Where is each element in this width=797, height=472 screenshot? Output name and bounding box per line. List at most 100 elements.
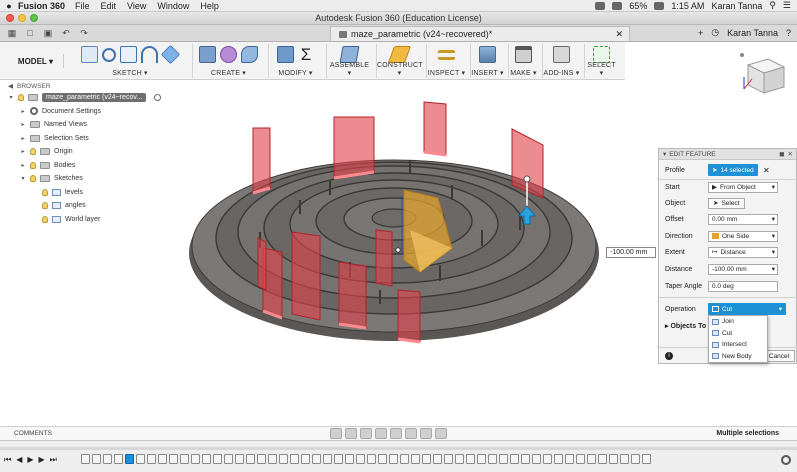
browser-item-document-settings[interactable]: ▸ Document Settings bbox=[4, 105, 164, 119]
step-back-icon[interactable]: ◀ bbox=[16, 455, 22, 465]
timeline-step[interactable] bbox=[631, 454, 640, 464]
timeline-step[interactable] bbox=[136, 454, 145, 464]
operation-dropdown[interactable]: Cut ▾ bbox=[708, 303, 786, 315]
timeline-step[interactable] bbox=[180, 454, 189, 464]
timeline-step[interactable] bbox=[532, 454, 541, 464]
viewports-icon[interactable] bbox=[435, 428, 447, 439]
orbit-icon[interactable] bbox=[330, 428, 342, 439]
timeline-step[interactable] bbox=[378, 454, 387, 464]
browser-root[interactable]: ▾ maze_parametric (v24~recov... bbox=[4, 91, 164, 105]
browser-item-bodies[interactable]: ▸ Bodies bbox=[4, 159, 164, 173]
help-icon[interactable]: ? bbox=[786, 28, 791, 38]
visibility-bulb-icon[interactable] bbox=[42, 202, 48, 210]
timeline-step[interactable] bbox=[510, 454, 519, 464]
distance-dimension-input[interactable]: -100.00 mm bbox=[606, 247, 656, 258]
measure-icon[interactable] bbox=[438, 50, 455, 60]
redo-icon[interactable]: ↷ bbox=[78, 28, 90, 38]
expand-arrow-icon[interactable]: ▸ bbox=[20, 162, 26, 169]
browser-item-origin[interactable]: ▸ Origin bbox=[4, 145, 164, 159]
3d-print-icon[interactable] bbox=[515, 46, 532, 63]
timeline-step[interactable] bbox=[345, 454, 354, 464]
folder-icon[interactable]: □ bbox=[24, 28, 36, 38]
timeline-track[interactable] bbox=[0, 447, 797, 450]
timeline-step[interactable] bbox=[257, 454, 266, 464]
operation-option-join[interactable]: Join bbox=[709, 316, 767, 328]
timeline-step[interactable] bbox=[620, 454, 629, 464]
timeline-step[interactable] bbox=[411, 454, 420, 464]
stop-sketch-icon[interactable] bbox=[160, 44, 181, 65]
timeline-step[interactable] bbox=[323, 454, 332, 464]
timeline-step[interactable] bbox=[224, 454, 233, 464]
workspace-mode-dropdown[interactable]: MODEL ▾ bbox=[14, 54, 64, 68]
visibility-bulb-icon[interactable] bbox=[18, 94, 24, 102]
timeline-step[interactable] bbox=[92, 454, 101, 464]
wifi-icon[interactable] bbox=[595, 1, 606, 10]
insert-group[interactable]: INSERT ▾ bbox=[470, 44, 504, 78]
timeline-step[interactable] bbox=[609, 454, 618, 464]
timeline-step[interactable] bbox=[147, 454, 156, 464]
timeline-step[interactable] bbox=[169, 454, 178, 464]
comments-label[interactable]: COMMENTS bbox=[14, 430, 52, 437]
select-group[interactable]: SELECT ▾ bbox=[584, 44, 618, 78]
apple-icon[interactable]: ● bbox=[0, 1, 18, 11]
timeline-step[interactable] bbox=[587, 454, 596, 464]
browser-item-selection-sets[interactable]: ▸ Selection Sets bbox=[4, 132, 164, 146]
offset-plane-icon[interactable] bbox=[387, 46, 412, 63]
press-pull-icon[interactable] bbox=[276, 46, 294, 63]
timeline-step[interactable] bbox=[455, 454, 464, 464]
distance-input[interactable]: -100.00 mm ▾ bbox=[708, 263, 778, 275]
edit-feature-header[interactable]: ▾ EDIT FEATURE ◼ ✕ bbox=[659, 149, 796, 160]
panel-pin-icon[interactable]: ◼ bbox=[779, 150, 784, 158]
expand-arrow-icon[interactable]: ▸ bbox=[20, 108, 26, 115]
timeline-step[interactable] bbox=[213, 454, 222, 464]
home-view-icon[interactable] bbox=[740, 53, 744, 57]
menu-file[interactable]: File bbox=[75, 1, 90, 11]
operation-option-cut[interactable]: Cut bbox=[709, 328, 767, 340]
expand-arrow-icon[interactable]: ▸ bbox=[20, 148, 26, 155]
expand-arrow-icon[interactable]: ▸ bbox=[20, 135, 26, 142]
fit-icon[interactable] bbox=[390, 428, 402, 439]
timeline-step[interactable] bbox=[554, 454, 563, 464]
timeline-step[interactable] bbox=[334, 454, 343, 464]
offset-input[interactable]: 0.00 mm ▾ bbox=[708, 213, 778, 225]
grid-settings-icon[interactable] bbox=[420, 428, 432, 439]
start-dropdown[interactable]: ▶ From Object ▾ bbox=[708, 181, 778, 193]
panel-close-icon[interactable]: ✕ bbox=[788, 150, 793, 158]
form-icon[interactable] bbox=[220, 46, 237, 63]
visibility-bulb-icon[interactable] bbox=[30, 161, 36, 169]
sketch-group[interactable]: SKETCH ▾ bbox=[74, 44, 186, 78]
timeline-step[interactable] bbox=[114, 454, 123, 464]
timeline-step[interactable] bbox=[312, 454, 321, 464]
inspect-group[interactable]: INSPECT ▾ bbox=[426, 44, 466, 78]
timeline-step[interactable] bbox=[301, 454, 310, 464]
battery-icon[interactable] bbox=[654, 1, 665, 10]
menu-view[interactable]: View bbox=[127, 1, 146, 11]
new-tab-icon[interactable]: + bbox=[698, 28, 703, 38]
view-cube[interactable] bbox=[738, 49, 790, 97]
operation-option-new-body[interactable]: New Body bbox=[709, 351, 767, 363]
go-to-start-icon[interactable]: ⏮ bbox=[4, 455, 11, 465]
assemble-group[interactable]: ASSEMBLE ▾ bbox=[326, 44, 372, 78]
clear-selection-icon[interactable]: ✕ bbox=[763, 166, 770, 175]
search-icon[interactable]: ⚲ bbox=[769, 0, 776, 11]
display-settings-icon[interactable] bbox=[405, 428, 417, 439]
timeline-step[interactable] bbox=[268, 454, 277, 464]
document-tab[interactable]: maze_parametric (v24~recovered)* ✕ bbox=[330, 26, 630, 41]
go-to-end-icon[interactable]: ⏭ bbox=[50, 455, 57, 465]
expand-arrow-icon[interactable]: ▾ bbox=[8, 94, 14, 101]
line-icon[interactable] bbox=[102, 48, 116, 62]
construct-group[interactable]: CONSTRUCT ▾ bbox=[376, 44, 422, 78]
timeline-step[interactable] bbox=[433, 454, 442, 464]
timeline-step[interactable] bbox=[202, 454, 211, 464]
direction-dropdown[interactable]: One Side ▾ bbox=[708, 230, 778, 242]
arc-icon[interactable] bbox=[141, 46, 158, 63]
add-ins-group[interactable]: ADD-INS ▾ bbox=[542, 44, 580, 78]
timeline-step[interactable] bbox=[356, 454, 365, 464]
timeline-step[interactable] bbox=[400, 454, 409, 464]
timeline-step[interactable] bbox=[279, 454, 288, 464]
create-sketch-icon[interactable] bbox=[81, 46, 98, 63]
step-forward-icon[interactable]: ▶ bbox=[39, 455, 45, 465]
close-tab-icon[interactable]: ✕ bbox=[615, 29, 623, 40]
visibility-bulb-icon[interactable] bbox=[42, 215, 48, 223]
profile-selection[interactable]: ➤ 14 selected bbox=[708, 164, 758, 176]
